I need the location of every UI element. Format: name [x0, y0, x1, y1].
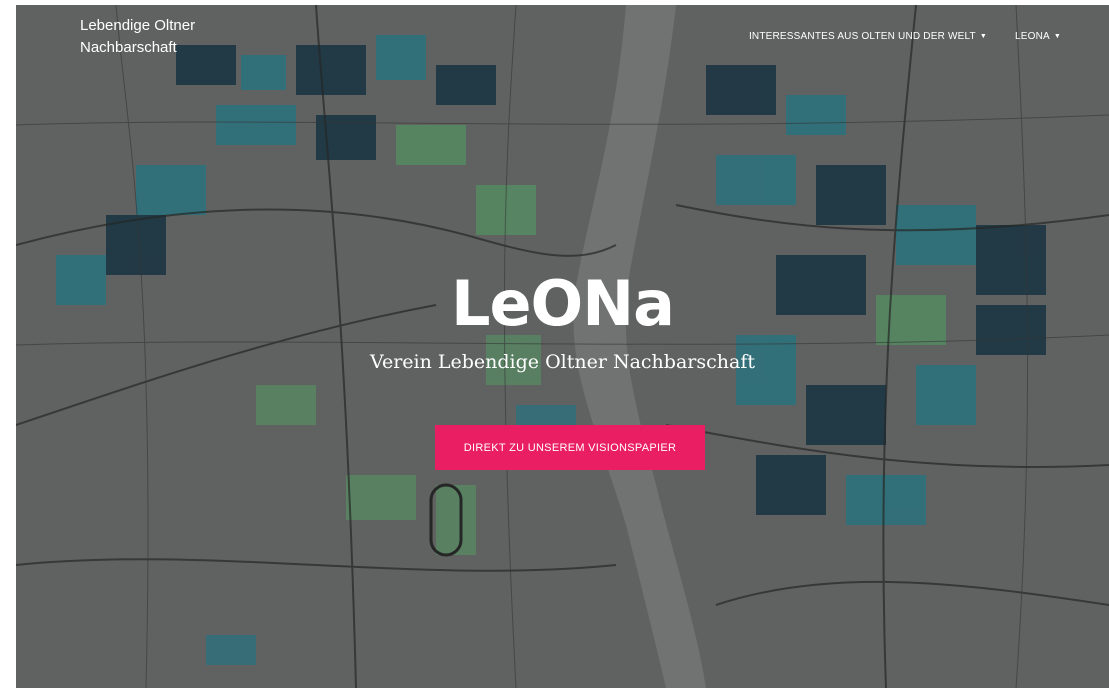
nav-item-interessantes[interactable]: INTERESSANTES AUS OLTEN UND DER WELT ▼	[749, 31, 987, 42]
darken-overlay	[16, 5, 1109, 688]
nav-item-label: INTERESSANTES AUS OLTEN UND DER WELT	[748, 31, 976, 42]
caret-down-icon: ▼	[1053, 33, 1061, 40]
nav-item-leona[interactable]: LEONA ▼	[1015, 31, 1061, 42]
nav-item-label: LEONA	[1014, 31, 1050, 42]
brand-line-1: Lebendige Oltner	[80, 17, 196, 34]
main-nav: INTERESSANTES AUS OLTEN UND DER WELT ▼ L…	[749, 31, 1061, 42]
brand-line-2: Nachbarschaft	[80, 39, 177, 56]
caret-down-icon: ▼	[979, 33, 987, 40]
hero-subtitle: Verein Lebendige Oltner Nachbarschaft	[369, 351, 755, 373]
brand-link[interactable]: Lebendige Oltner Nachbarschaft	[80, 15, 240, 59]
hero-section: Lebendige Oltner Nachbarschaft INTERESSA…	[16, 5, 1109, 688]
hero-title: LeONa	[451, 267, 675, 340]
visionspapier-button[interactable]: DIREKT ZU UNSEREM VISIONSPAPIER	[435, 425, 705, 470]
